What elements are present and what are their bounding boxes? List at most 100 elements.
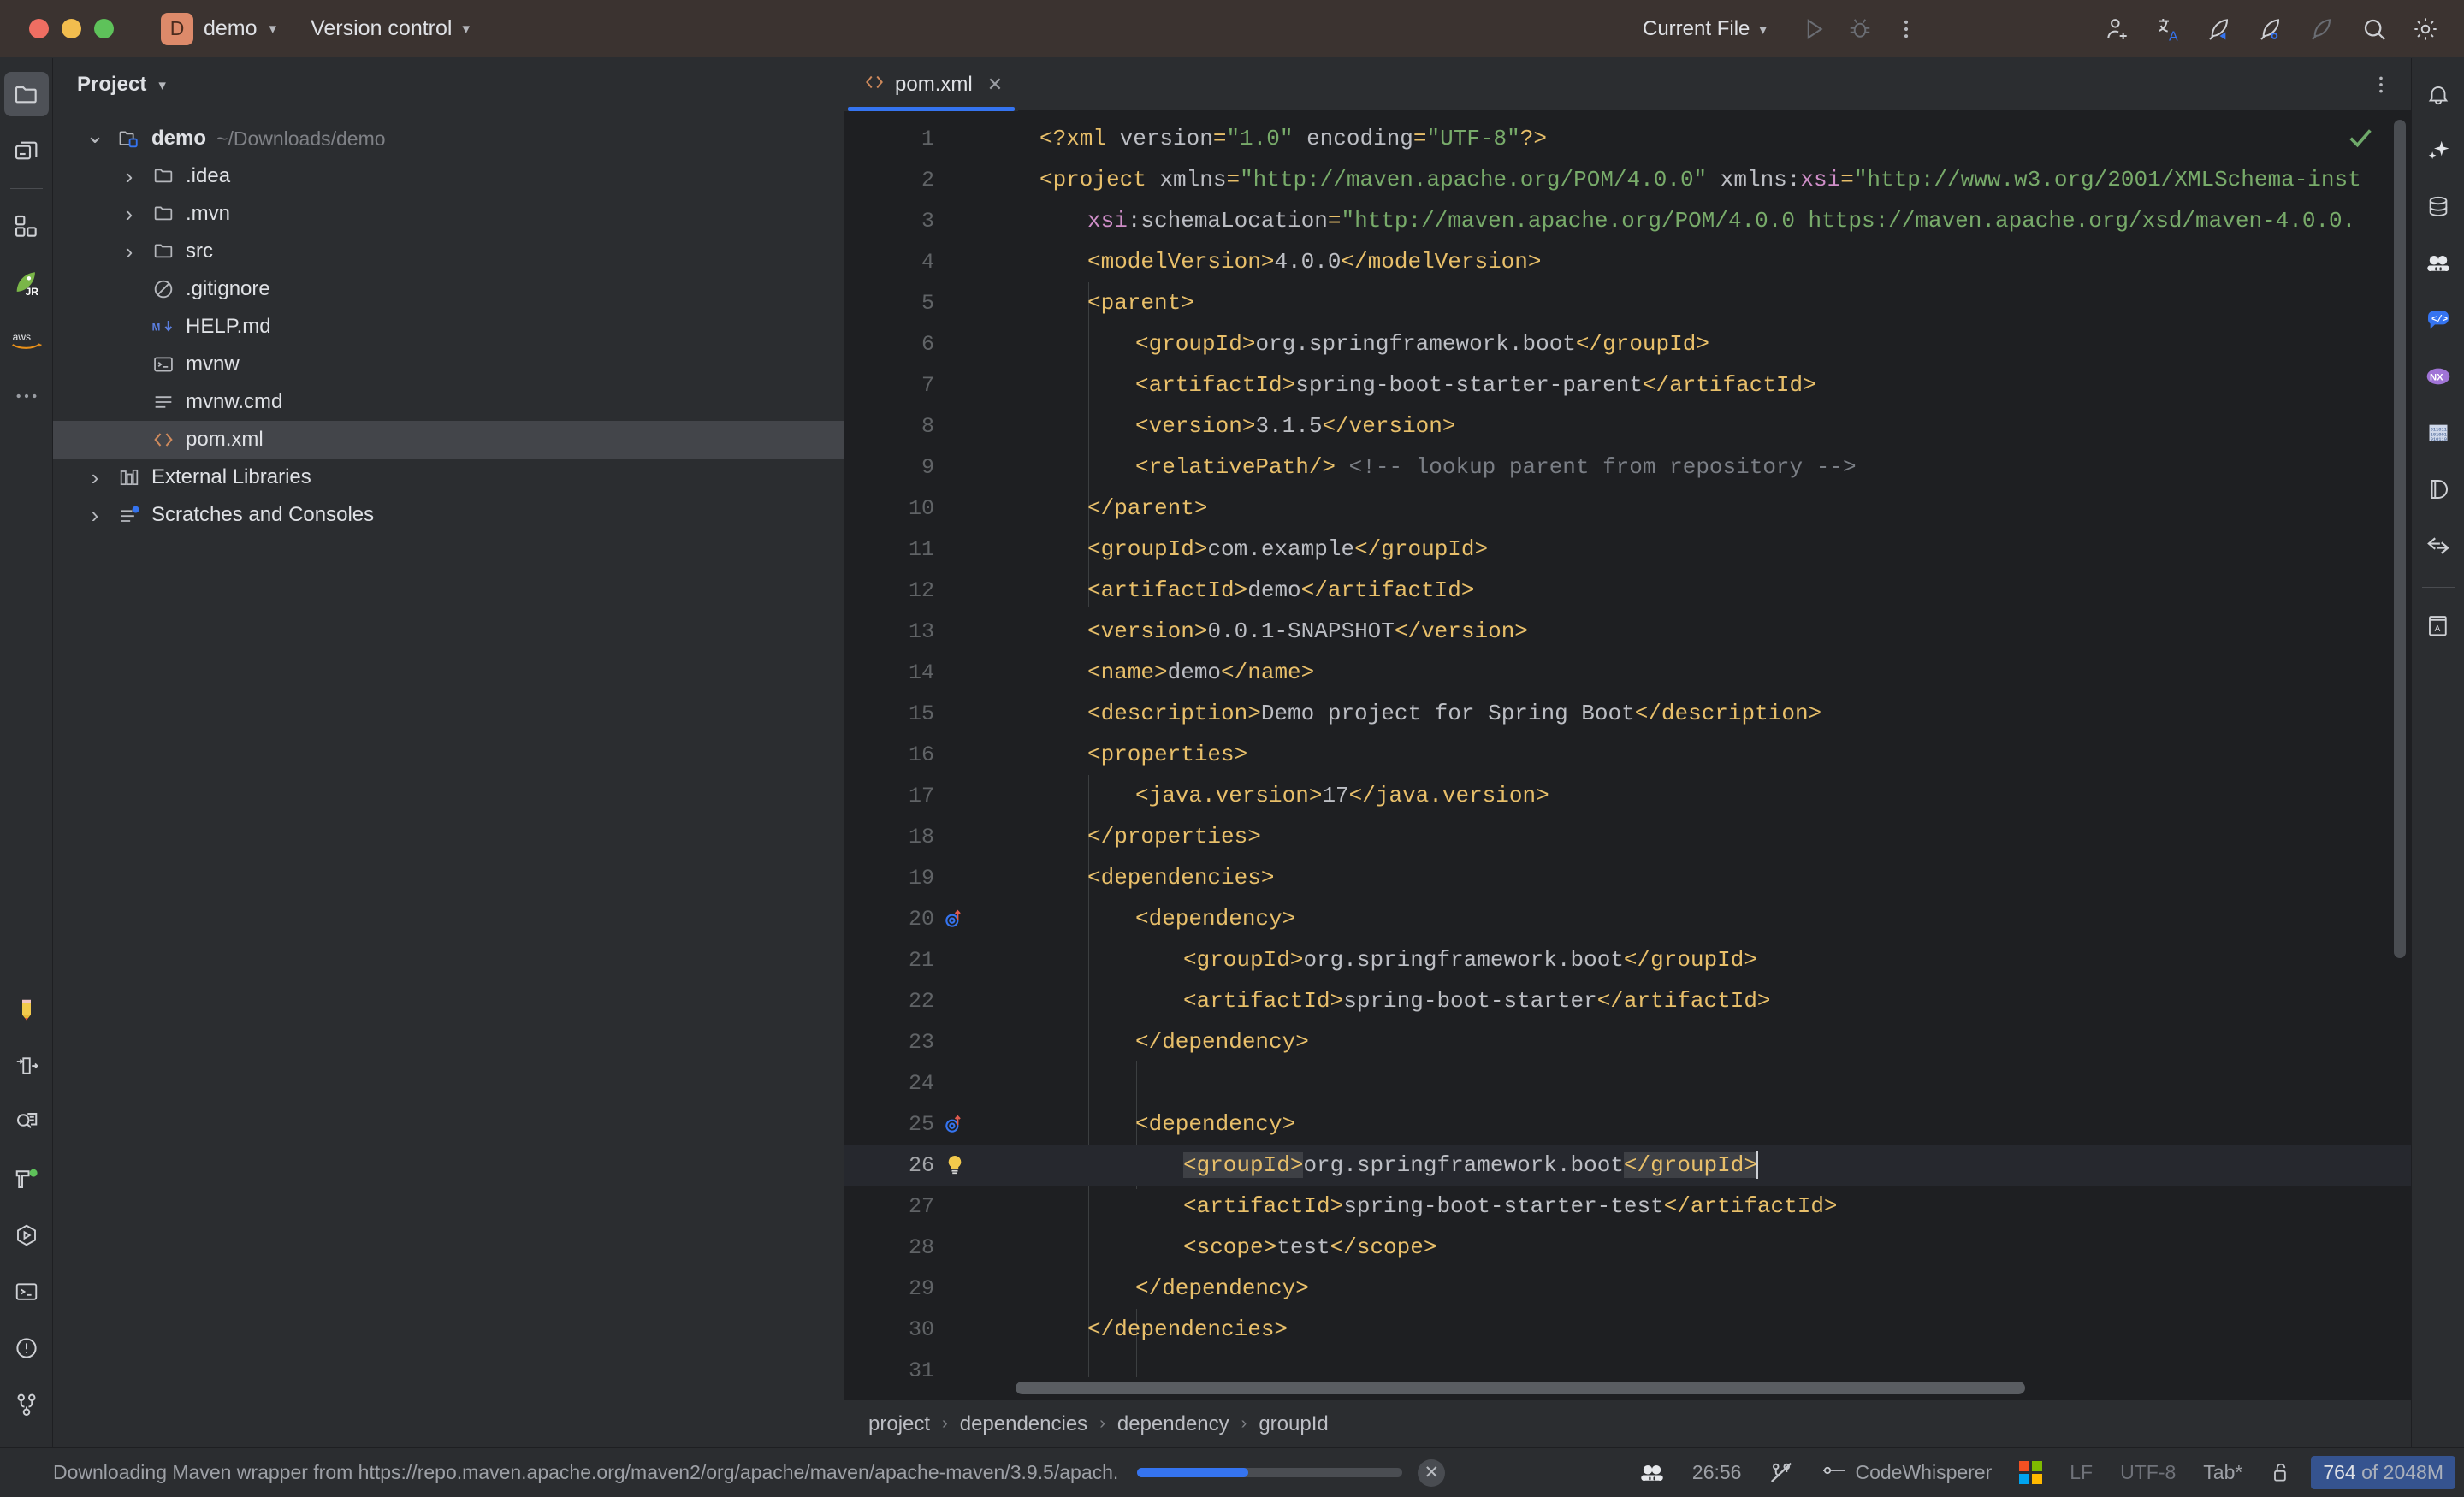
tree-item-scratches-and-consoles[interactable]: › Scratches and Consoles [53,496,844,534]
maven-dependency-nav-icon[interactable] [934,908,986,930]
gutter-line[interactable]: 19 [844,857,1016,898]
gutter-line[interactable]: 12 [844,570,1016,611]
gutter-line[interactable]: 15 [844,693,1016,734]
codewhisperer-status[interactable]: CodeWhisperer [1808,1461,2005,1485]
tree-item-help-md[interactable]: M HELP.md [53,308,844,346]
minimize-window-button[interactable] [62,19,81,38]
indent-setting[interactable]: Tab* [2189,1461,2256,1484]
code-line[interactable]: <relativePath/> <!-- lookup parent from … [1016,447,2411,488]
lock-icon[interactable] [2256,1461,2306,1485]
breadcrumb-item[interactable]: dependency [1109,1412,1238,1436]
debug-icon[interactable] [1837,6,1883,52]
project-selector[interactable]: D demo ▾ [161,12,276,45]
scratch-pencil-icon[interactable] [4,987,49,1032]
memory-indicator[interactable]: 764 of 2048M [2311,1456,2455,1489]
code-line[interactable]: <artifactId> spring-boot-starter-parent </… [1016,364,2411,405]
version-control-selector[interactable]: Version control ▾ [311,16,470,41]
gutter-line[interactable]: 16 [844,734,1016,775]
code-line[interactable]: <groupId> com.example </groupId> [1016,529,2411,570]
microsoft-icon[interactable] [2005,1461,2056,1484]
code-line[interactable]: <description> Demo project for Spring Boo… [1016,693,2411,734]
more-tool-windows-icon[interactable] [4,374,49,418]
run-configuration-selector[interactable]: Current File ▾ [1643,17,1767,41]
code-line[interactable]: <groupId> org.springframework.boot </group… [1016,323,2411,364]
profile-icon[interactable] [2248,6,2295,52]
tree-item-demo[interactable]: ⌄ demo ~/Downloads/demo [53,120,844,157]
gutter-line[interactable]: 5 [844,282,1016,323]
gutter-line[interactable]: 31 [844,1350,1016,1378]
find-icon[interactable] [4,1100,49,1145]
gutter-line[interactable]: 18 [844,816,1016,857]
code-line[interactable]: </parent> [1016,488,2411,529]
tree-item-mvnw[interactable]: mvnw [53,346,844,383]
gutter-line[interactable]: 4 [844,241,1016,282]
gutter-line[interactable]: 22 [844,980,1016,1021]
gutter-line[interactable]: 11 [844,529,1016,570]
gutter-line[interactable]: 20 [844,898,1016,939]
code-line[interactable]: </dependencies> [1016,1309,2411,1350]
breadcrumb-item[interactable]: groupId [1250,1412,1336,1436]
dictionary-book-icon[interactable]: A [2416,603,2461,648]
run-with-coverage-icon[interactable] [2197,6,2243,52]
coffee-beans-icon[interactable] [1626,1460,1679,1486]
editor-code-column[interactable]: <?xml version = "1.0" encoding = "UTF-8" ?> <p… [1016,111,2411,1377]
gutter-line[interactable]: 2 [844,159,1016,200]
gutter-line[interactable]: 24 [844,1062,1016,1104]
code-line[interactable]: <dependency> [1016,898,2411,939]
settings-gear-icon[interactable] [2402,6,2449,52]
gutter-line[interactable]: 17 [844,775,1016,816]
gutter-line[interactable]: 29 [844,1268,1016,1309]
editor-tab-options-icon[interactable] [2370,58,2392,111]
code-line[interactable]: xsi:schemaLocation = "http://maven.apache.… [1016,200,2411,241]
ai-assistant-sparkle-icon[interactable] [2416,128,2461,173]
gutter-line[interactable]: 28 [844,1227,1016,1268]
code-line[interactable]: <?xml version = "1.0" encoding = "UTF-8" ?> [1016,118,2411,159]
caret-position[interactable]: 26:56 [1679,1461,1756,1484]
project-tool-window-icon[interactable] [3,72,49,116]
maven-dependency-nav-icon[interactable] [934,1113,986,1135]
gutter-line[interactable]: 10 [844,488,1016,529]
tree-item-src[interactable]: › src [53,233,844,270]
gutter-line[interactable]: 8 [844,405,1016,447]
code-line[interactable]: <version> 3.1.5 </version> [1016,405,2411,447]
plugins-icon[interactable] [4,204,49,249]
gutter-line[interactable]: 1 [844,118,1016,159]
gutter-line[interactable]: 7 [844,364,1016,405]
editor-vertical-scrollbar[interactable] [2394,120,2406,958]
code-line[interactable]: <project xmlns = "http://maven.apache.org/… [1016,159,2411,200]
code-line[interactable]: <parent> [1016,282,2411,323]
gutter-line[interactable]: 26 [844,1145,1016,1186]
file-encoding[interactable]: UTF-8 [2106,1461,2189,1484]
code-line[interactable]: <java.version> 17 </java.version> [1016,775,2411,816]
project-panel-header[interactable]: Project ▾ [53,58,844,111]
notifications-bell-icon[interactable] [2416,72,2461,116]
tree-item-mvn[interactable]: › .mvn [53,195,844,233]
d-letter-icon[interactable] [2416,467,2461,512]
code-line[interactable]: <artifactId> demo </artifactId> [1016,570,2411,611]
binary-matrix-icon[interactable]: 011011 101001 010110 [2416,411,2461,455]
tree-item-mvnw-cmd[interactable]: mvnw.cmd [53,383,844,421]
coffee-beans-icon[interactable] [2416,241,2461,286]
editor-gutter[interactable]: 1 2 3 4 5 6 7 8 9 10 11 12 13 14 15 16 17 18 19 20 21 22 23 24 2… [844,111,1016,1377]
code-line[interactable]: <properties> [1016,734,2411,775]
editor-tab-pom-xml[interactable]: pom.xml ✕ [844,57,1019,111]
line-separator[interactable]: LF [2056,1461,2106,1484]
code-line[interactable]: <modelVersion> 4.0.0 </modelVersion> [1016,241,2411,282]
cancel-progress-button[interactable]: ✕ [1418,1459,1446,1487]
code-line[interactable]: <version> 0.0.1-SNAPSHOT </version> [1016,611,2411,652]
editor-horizontal-scrollbar[interactable] [1016,1382,2380,1394]
code-line[interactable] [1016,1350,2411,1377]
code-line[interactable] [1016,1062,2411,1104]
gutter-line[interactable]: 9 [844,447,1016,488]
inspection-status-icon[interactable] [2346,123,2375,157]
search-everywhere-icon[interactable] [2351,6,2397,52]
code-editor[interactable]: 1 2 3 4 5 6 7 8 9 10 11 12 13 14 15 16 17 18 19 20 21 22 23 24 2… [844,111,2411,1377]
breadcrumb-item[interactable]: project [860,1412,939,1436]
gutter-line[interactable]: 13 [844,611,1016,652]
chevron-right-icon[interactable]: › [92,466,99,488]
close-window-button[interactable] [29,19,49,38]
maximize-window-button[interactable] [94,19,114,38]
close-icon[interactable]: ✕ [987,74,1003,96]
chevron-right-icon[interactable]: › [126,240,133,263]
breadcrumb-item[interactable]: dependencies [951,1412,1096,1436]
